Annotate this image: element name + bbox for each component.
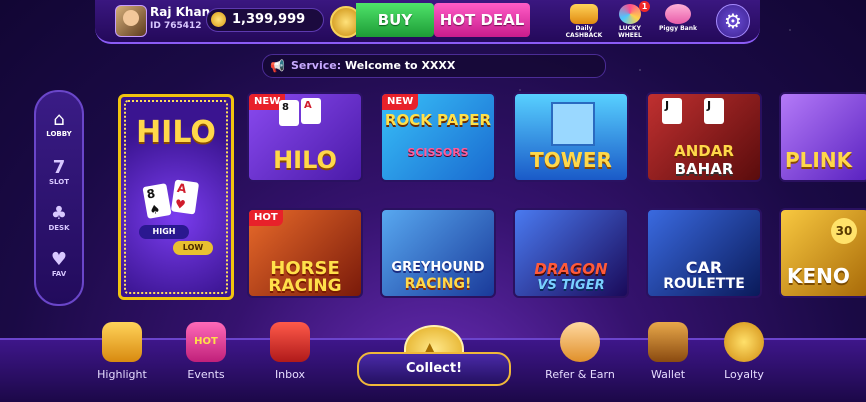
- seven-icon: 7: [52, 157, 66, 178]
- playing-card-a: A ♥: [170, 179, 200, 215]
- piggy-icon: [665, 4, 691, 24]
- nav-refer-earn[interactable]: Refer & Earn: [540, 322, 620, 381]
- high-label: HIGH: [139, 225, 189, 239]
- daily-cashback-button[interactable]: Daily CASHBACK: [562, 4, 606, 39]
- game-title-top: GREYHOUND: [391, 260, 485, 275]
- game-title-top: ANDAR: [674, 142, 734, 160]
- home-icon: ⌂: [53, 109, 65, 130]
- game-card-dragon-vs-tiger[interactable]: DRAGON VS TIGER: [513, 208, 629, 298]
- game-title: KENO: [787, 264, 850, 288]
- nav-events[interactable]: HOT Events: [166, 322, 246, 381]
- settings-gear-icon[interactable]: ⚙: [716, 4, 750, 38]
- nav-inbox[interactable]: Inbox: [250, 322, 330, 381]
- wallet-icon: [648, 322, 688, 362]
- sidebar-item-desk[interactable]: ♣ DESK: [36, 203, 82, 233]
- highlight-icon: [102, 322, 142, 362]
- game-title: BAHAR: [674, 160, 734, 178]
- sidebar-item-lobby[interactable]: ⌂ LOBBY: [36, 109, 82, 139]
- nav-loyalty[interactable]: Loyalty: [704, 322, 784, 381]
- lucky-wheel-button[interactable]: LUCKY WHEEL 1: [608, 1, 652, 39]
- game-card-rock-paper-scissors[interactable]: NEW ROCK PAPER SCISSORS: [380, 92, 496, 182]
- game-title: HILO: [136, 115, 216, 150]
- low-label: LOW: [173, 241, 213, 255]
- game-card-tower[interactable]: TOWER: [513, 92, 629, 182]
- game-title-top: DRAGON: [534, 260, 608, 278]
- avatar[interactable]: [115, 5, 147, 37]
- game-card-car-roulette[interactable]: CAR ROULETTE: [646, 208, 762, 298]
- game-title: HILO: [273, 146, 337, 174]
- game-card-horse-racing[interactable]: HOT HORSE RACING: [247, 208, 363, 298]
- playing-card-j: J: [704, 98, 724, 124]
- club-icon: ♣: [50, 203, 68, 224]
- user-name: Raj Khan: [150, 5, 211, 19]
- heart-icon: ♥: [50, 249, 68, 270]
- nav-highlight[interactable]: Highlight: [82, 322, 162, 381]
- collect-button[interactable]: Collect!: [357, 352, 511, 386]
- piggy-bank-button[interactable]: Piggy Bank: [656, 4, 700, 38]
- game-title: RACING!: [404, 276, 472, 292]
- events-icon: HOT: [186, 322, 226, 362]
- sidebar-item-slot[interactable]: 7 SLOT: [36, 157, 82, 187]
- sidebar-item-fav[interactable]: ♥ FAV: [36, 249, 82, 279]
- game-title: ROULETTE: [663, 276, 745, 292]
- game-card-greyhound-racing[interactable]: GREYHOUND RACING!: [380, 208, 496, 298]
- hot-tag: HOT: [249, 210, 283, 226]
- game-title: VS TIGER: [537, 278, 605, 293]
- game-card-hilo-featured[interactable]: HILO 8 ♠ A ♥ HIGH LOW: [118, 94, 234, 300]
- game-title: RACING: [268, 276, 342, 296]
- game-title: SCISSORS: [407, 146, 469, 159]
- game-title: PLINK: [785, 148, 853, 172]
- game-card-plinko[interactable]: PLINK: [779, 92, 866, 182]
- coin-icon: [211, 12, 226, 27]
- refer-icon: [560, 322, 600, 362]
- game-title-top: CAR: [685, 258, 723, 277]
- wheel-icon: [619, 4, 641, 24]
- user-id: ID 765412: [150, 21, 202, 31]
- playing-card-8: 8: [279, 100, 299, 126]
- game-title: TOWER: [530, 148, 612, 172]
- keno-ball-icon: 30: [831, 218, 857, 244]
- notification-badge: 1: [639, 1, 650, 12]
- cashback-icon: [570, 4, 598, 24]
- playing-card-8: 8 ♠: [142, 183, 172, 219]
- service-message: Welcome to XXXX: [345, 59, 456, 72]
- game-card-andar-bahar[interactable]: J J ANDAR BAHAR: [646, 92, 762, 182]
- new-tag: NEW: [382, 94, 419, 110]
- coin-balance: 1,399,999: [206, 8, 324, 32]
- hot-deal-button[interactable]: HOT DEAL: [434, 3, 530, 37]
- megaphone-icon: 📢: [270, 59, 285, 73]
- balance-amount: 1,399,999: [232, 12, 306, 27]
- nav-wallet[interactable]: Wallet: [628, 322, 708, 381]
- game-title-top: ROCK PAPER: [384, 111, 492, 129]
- buy-button[interactable]: BUY: [356, 3, 434, 37]
- playing-card-a: A: [301, 98, 321, 124]
- service-label: Service:: [291, 59, 342, 72]
- service-marquee: 📢 Service: Welcome to XXXX: [262, 54, 606, 78]
- inbox-icon: [270, 322, 310, 362]
- loyalty-icon: [724, 322, 764, 362]
- game-card-keno[interactable]: 30 KENO: [779, 208, 866, 298]
- game-card-hilo[interactable]: NEW 8 A HILO: [247, 92, 363, 182]
- playing-card-j: J: [662, 98, 682, 124]
- tower-icon: [551, 102, 595, 146]
- sidebar: ⌂ LOBBY 7 SLOT ♣ DESK ♥ FAV: [34, 90, 84, 306]
